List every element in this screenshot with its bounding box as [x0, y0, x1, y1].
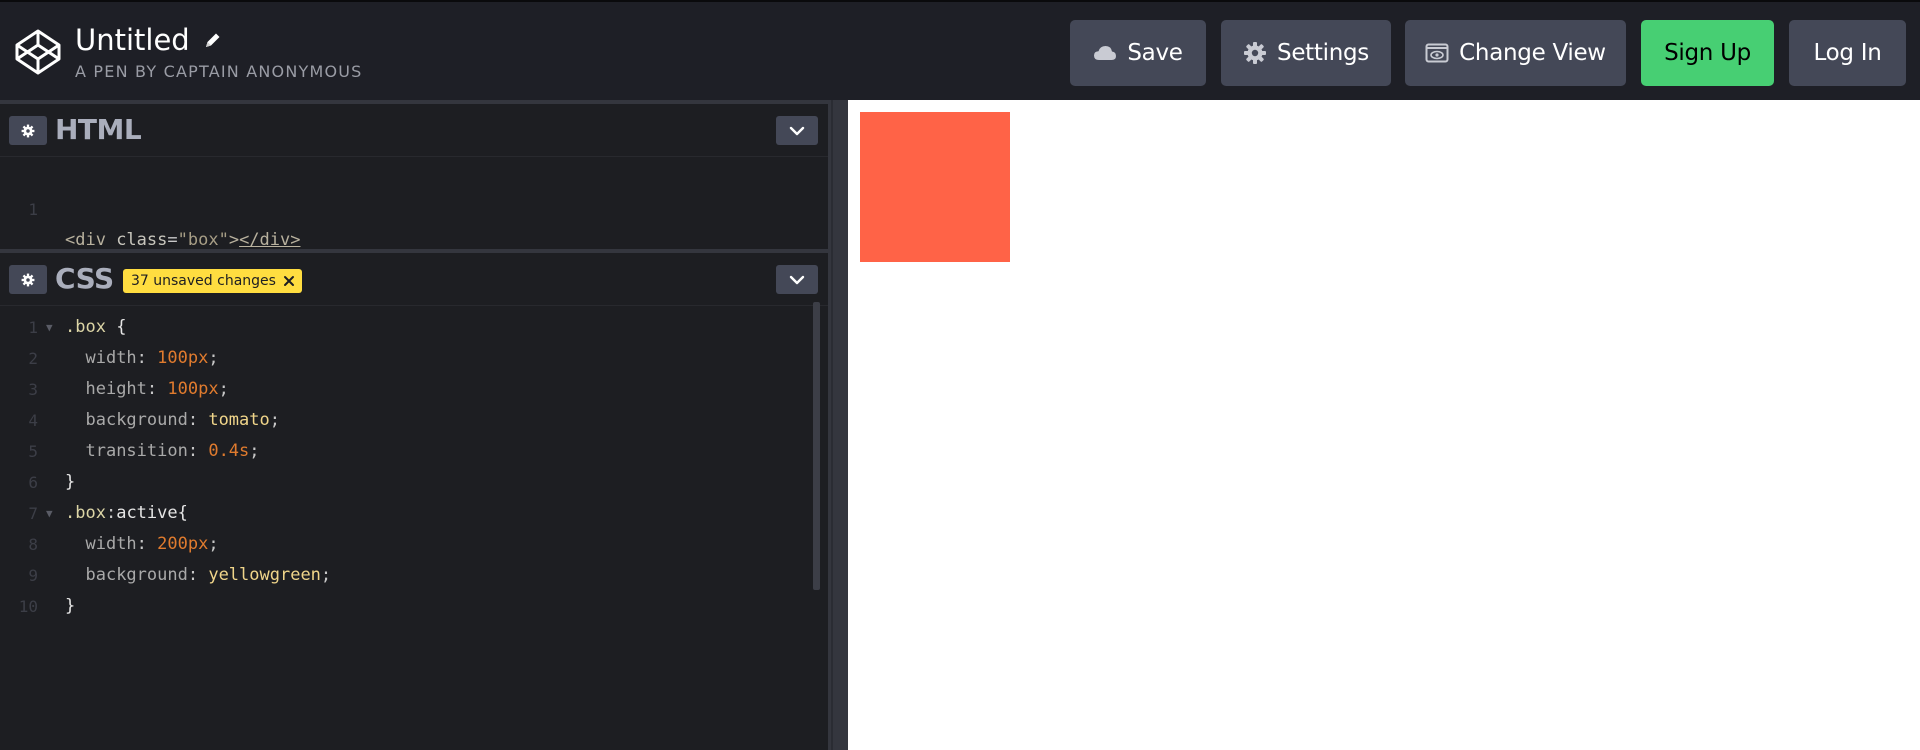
close-icon[interactable] — [282, 274, 296, 288]
top-header: Untitled A PEN BY CAPTAIN ANONYMOUS Save — [0, 0, 1920, 100]
line-number: 6 — [28, 473, 38, 492]
log-in-button[interactable]: Log In — [1789, 20, 1906, 86]
gear-icon — [21, 124, 35, 137]
sign-up-label: Sign Up — [1664, 40, 1751, 66]
line-number: 1 — [28, 318, 38, 337]
code-text: height: 100px; — [85, 379, 229, 399]
css-editor-panel: CSS 37 unsaved changes 1 ▼ .box { 2 width: … — [0, 249, 828, 750]
codepen-logo-icon[interactable] — [14, 28, 62, 76]
html-settings-button[interactable] — [9, 116, 47, 145]
html-editor-header: HTML — [0, 100, 828, 156]
change-view-label: Change View — [1459, 40, 1606, 66]
sign-up-button[interactable]: Sign Up — [1641, 20, 1774, 86]
line-number: 3 — [28, 380, 38, 399]
line-number: 9 — [28, 566, 38, 585]
cloud-icon — [1093, 45, 1117, 61]
code-line: 1 <div class="box"></div> — [0, 163, 828, 250]
settings-label: Settings — [1277, 40, 1369, 66]
css-collapse-button[interactable] — [776, 265, 818, 294]
line-number: 7 — [28, 504, 38, 523]
gear-icon — [1243, 41, 1267, 65]
html-collapse-button[interactable] — [776, 116, 818, 145]
save-label: Save — [1127, 40, 1183, 66]
code-line: 2 width: 100px; — [0, 343, 828, 374]
fold-arrow-icon[interactable]: ▼ — [46, 312, 53, 343]
code-line: 5 transition: 0.4s; — [0, 436, 828, 467]
code-line: 4 background: tomato; — [0, 405, 828, 436]
code-text: } — [65, 472, 76, 492]
line-number: 5 — [28, 442, 38, 461]
pen-title-block: Untitled A PEN BY CAPTAIN ANONYMOUS — [75, 24, 363, 81]
css-code-area[interactable]: 1 ▼ .box {2 width: 100px; 3 height: 100px; 4… — [0, 305, 828, 622]
code-line: 10} — [0, 591, 828, 622]
code-text: background: tomato; — [85, 410, 280, 430]
eye-icon — [1425, 43, 1449, 63]
fold-arrow-icon[interactable]: ▼ — [46, 498, 53, 529]
pen-title[interactable]: Untitled — [75, 24, 190, 56]
code-text: .box:active{ — [65, 503, 188, 523]
save-button[interactable]: Save — [1070, 20, 1206, 86]
resize-divider[interactable] — [828, 100, 848, 750]
chevron-down-icon — [789, 126, 805, 135]
gear-icon — [21, 273, 35, 286]
unsaved-changes-badge: 37 unsaved changes — [123, 269, 302, 293]
html-editor-title: HTML — [55, 113, 142, 146]
log-in-label: Log In — [1813, 40, 1882, 66]
code-line: 9 background: yellowgreen; — [0, 560, 828, 591]
settings-button[interactable]: Settings — [1221, 20, 1391, 86]
code-text: transition: 0.4s; — [85, 441, 260, 461]
css-editor-header: CSS 37 unsaved changes — [0, 249, 828, 305]
line-number: 4 — [28, 411, 38, 430]
code-text: .box { — [65, 317, 127, 337]
code-line: 6} — [0, 467, 828, 498]
line-number: 2 — [28, 349, 38, 368]
change-view-button[interactable]: Change View — [1405, 20, 1626, 86]
code-text: } — [65, 596, 76, 616]
css-settings-button[interactable] — [9, 265, 47, 294]
code-line: 8 width: 200px; — [0, 529, 828, 560]
code-line: 7 ▼ .box:active{ — [0, 498, 828, 529]
unsaved-changes-text: 37 unsaved changes — [131, 273, 276, 289]
pen-author: A PEN BY CAPTAIN ANONYMOUS — [75, 62, 363, 81]
pencil-icon[interactable] — [203, 30, 223, 50]
code-line: 3 height: 100px; — [0, 374, 828, 405]
code-line: 1 ▼ .box { — [0, 312, 828, 343]
chevron-down-icon — [789, 275, 805, 284]
preview-box[interactable] — [860, 112, 1010, 262]
css-editor-title: CSS — [55, 262, 114, 295]
code-text: width: 100px; — [85, 348, 219, 368]
html-code-area[interactable]: 1 <div class="box"></div> — [0, 156, 828, 250]
line-number: 8 — [28, 535, 38, 554]
code-text: background: yellowgreen; — [85, 565, 332, 585]
code-text: width: 200px; — [85, 534, 219, 554]
css-editor-scrollbar[interactable] — [813, 302, 820, 590]
line-number: 1 — [28, 200, 38, 219]
html-editor-panel: HTML 1 <div class="box"></div> — [0, 100, 828, 250]
preview-pane — [848, 100, 1920, 750]
line-number: 10 — [18, 597, 38, 616]
